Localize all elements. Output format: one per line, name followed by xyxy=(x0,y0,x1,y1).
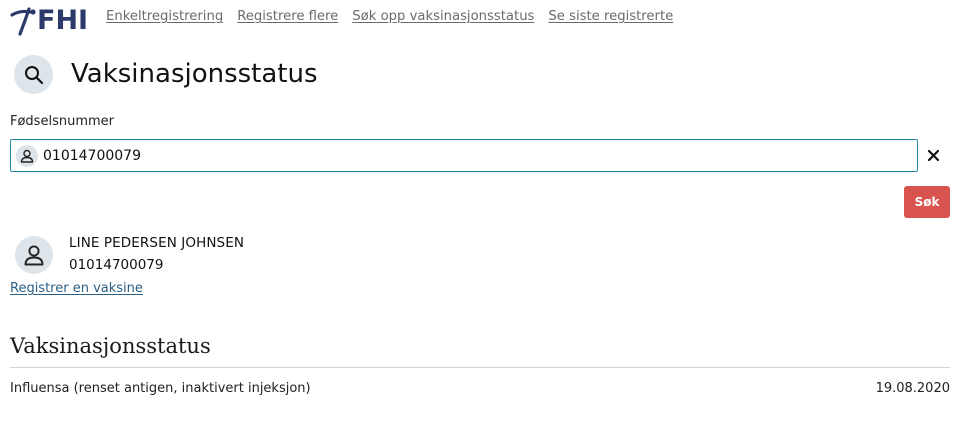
close-icon xyxy=(927,149,939,161)
nav-enkeltregistrering[interactable]: Enkeltregistrering xyxy=(106,9,223,24)
nav-sok-vaksinasjonsstatus[interactable]: Søk opp vaksinasjonsstatus xyxy=(352,9,534,24)
vaccine-name: Influensa (renset antigen, inaktivert in… xyxy=(10,381,311,396)
search-icon xyxy=(24,65,43,84)
nav-registrere-flere[interactable]: Registrere flere xyxy=(237,9,338,24)
person-name: LINE PEDERSEN JOHNSEN xyxy=(69,235,245,251)
user-icon xyxy=(24,245,44,266)
avatar xyxy=(15,236,53,274)
vaccine-date: 19.08.2020 xyxy=(875,381,950,396)
page-title: Vaksinasjonsstatus xyxy=(71,59,318,89)
fodselsnummer-label: Fødselsnummer xyxy=(10,114,114,129)
fodselsnummer-field[interactable] xyxy=(10,139,918,172)
user-icon xyxy=(16,144,38,167)
main-nav: Enkeltregistrering Registrere flere Søk … xyxy=(106,9,673,24)
fhi-logo[interactable]: FHI xyxy=(10,4,88,38)
search-icon-badge xyxy=(14,55,53,94)
fodselsnummer-input[interactable] xyxy=(43,147,883,164)
divider xyxy=(10,367,950,368)
register-vaccine-link[interactable]: Registrer en vaksine xyxy=(10,281,143,296)
logo-text: FHI xyxy=(37,5,89,36)
clear-button[interactable] xyxy=(925,147,941,163)
fhi-logo-icon xyxy=(10,7,36,36)
status-section-title: Vaksinasjonsstatus xyxy=(10,334,211,358)
person-id: 01014700079 xyxy=(69,257,164,273)
search-button[interactable]: Søk xyxy=(904,186,950,218)
nav-se-siste-registrerte[interactable]: Se siste registrerte xyxy=(548,9,673,24)
